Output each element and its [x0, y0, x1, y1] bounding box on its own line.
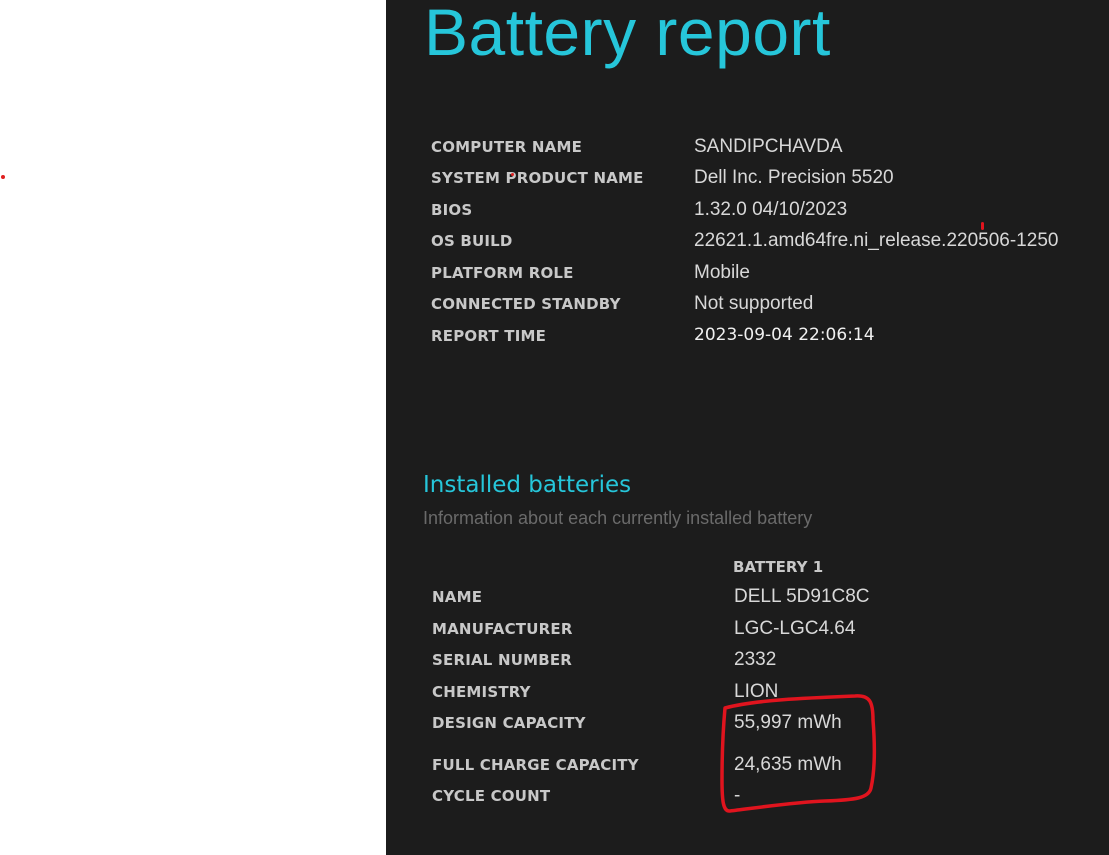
- info-label: COMPUTER NAME: [431, 138, 583, 156]
- battery-label: CHEMISTRY: [432, 683, 531, 701]
- battery-value: 24,635 mWh: [734, 754, 842, 775]
- battery-row-cycle-count: CYCLE COUNT -: [432, 785, 1092, 813]
- battery-value: DELL 5D91C8C: [734, 586, 870, 607]
- battery-row-serial-number: SERIAL NUMBER 2332: [432, 649, 1092, 677]
- battery-row-full-charge-capacity: FULL CHARGE CAPACITY 24,635 mWh: [432, 754, 1092, 782]
- info-row-connected-standby: CONNECTED STANDBY Not supported: [431, 293, 1091, 321]
- page-title: Battery report: [424, 0, 831, 69]
- battery-value: LGC-LGC4.64: [734, 618, 856, 639]
- info-label: REPORT TIME: [431, 327, 547, 345]
- info-value: 2023-09-04 22:06:14: [694, 325, 875, 345]
- info-label: CONNECTED STANDBY: [431, 295, 621, 313]
- info-value: Dell Inc. Precision 5520: [694, 167, 894, 188]
- battery-column-header: BATTERY 1: [733, 558, 824, 576]
- info-value: 1.32.0 04/10/2023: [694, 199, 848, 220]
- info-value: SANDIPCHAVDA: [694, 136, 843, 157]
- battery-label: NAME: [432, 588, 483, 606]
- red-annotation-mark: [981, 222, 984, 230]
- info-row-bios: BIOS 1.32.0 04/10/2023: [431, 199, 1091, 227]
- section-title-installed-batteries: Installed batteries: [423, 472, 632, 498]
- battery-value: 2332: [734, 649, 777, 670]
- battery-label: SERIAL NUMBER: [432, 651, 573, 669]
- info-label: SYSTEM PRODUCT NAME: [431, 169, 644, 187]
- info-label: BIOS: [431, 201, 473, 219]
- battery-row-name: NAME DELL 5D91C8C: [432, 586, 1092, 614]
- battery-row-manufacturer: MANUFACTURER LGC-LGC4.64: [432, 618, 1092, 646]
- info-label: PLATFORM ROLE: [431, 264, 574, 282]
- battery-label: FULL CHARGE CAPACITY: [432, 756, 639, 774]
- info-row-report-time: REPORT TIME 2023-09-04 22:06:14: [431, 325, 1091, 353]
- info-row-computer-name: COMPUTER NAME SANDIPCHAVDA: [431, 136, 1091, 164]
- battery-row-chemistry: CHEMISTRY LION: [432, 681, 1092, 709]
- battery-value: 55,997 mWh: [734, 712, 842, 733]
- info-value: Not supported: [694, 293, 814, 314]
- red-annotation-dot: [1, 175, 5, 179]
- battery-label: MANUFACTURER: [432, 620, 573, 638]
- battery-value: LION: [734, 681, 779, 702]
- info-value: 22621.1.amd64fre.ni_release.220506-1250: [694, 230, 1059, 251]
- battery-row-design-capacity: DESIGN CAPACITY 55,997 mWh: [432, 712, 1092, 740]
- info-row-platform-role: PLATFORM ROLE Mobile: [431, 262, 1091, 290]
- battery-label: CYCLE COUNT: [432, 787, 551, 805]
- blank-left-pane: [0, 0, 386, 855]
- info-row-system-product-name: SYSTEM PRODUCT NAME Dell Inc. Precision …: [431, 167, 1091, 195]
- info-label: OS BUILD: [431, 232, 513, 250]
- battery-label: DESIGN CAPACITY: [432, 714, 586, 732]
- battery-value: -: [734, 785, 741, 806]
- info-value: Mobile: [694, 262, 750, 283]
- battery-report-page: Battery report COMPUTER NAME SANDIPCHAVD…: [386, 0, 1109, 855]
- info-row-os-build: OS BUILD 22621.1.amd64fre.ni_release.220…: [431, 230, 1091, 258]
- section-subtitle: Information about each currently install…: [423, 508, 813, 528]
- red-annotation-dot: [511, 173, 514, 176]
